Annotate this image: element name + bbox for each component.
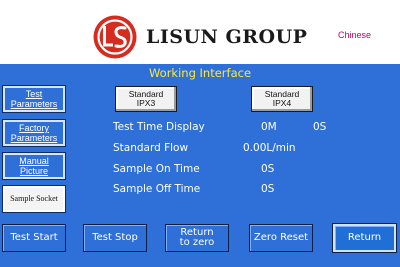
factory-parameters-button[interactable]: Factory Parameters bbox=[2, 119, 66, 147]
sample-off-time-value: 0S bbox=[261, 183, 275, 195]
standard-ipx3-label-line2: IPX3 bbox=[136, 98, 156, 108]
test-parameters-button[interactable]: Test Parameters bbox=[2, 85, 66, 113]
test-time-label: Test Time Display bbox=[113, 121, 205, 133]
sample-on-time-label: Sample On Time bbox=[113, 163, 200, 175]
test-time-seconds-value: 0S bbox=[313, 121, 327, 133]
return-to-zero-label-line2: to zero bbox=[179, 237, 215, 248]
test-time-minutes-value: 0M bbox=[261, 121, 277, 133]
test-stop-button[interactable]: Test Stop bbox=[83, 224, 147, 252]
standard-flow-label: Standard Flow bbox=[113, 142, 189, 154]
hmi-screen: LISUN GROUP Chinese Working Interface Te… bbox=[0, 0, 400, 267]
return-button[interactable]: Return bbox=[332, 223, 397, 253]
zero-reset-button[interactable]: Zero Reset bbox=[249, 224, 313, 252]
language-toggle-chinese[interactable]: Chinese bbox=[338, 30, 371, 40]
return-to-zero-button[interactable]: Return to zero bbox=[165, 224, 229, 252]
sample-socket-label: Sample Socket bbox=[10, 194, 58, 203]
sample-socket-button[interactable]: Sample Socket bbox=[2, 185, 66, 213]
factory-parameters-label-line2: Parameters bbox=[10, 133, 58, 143]
test-parameters-label-line1: Test bbox=[25, 89, 43, 99]
standard-ipx4-label-line2: IPX4 bbox=[272, 98, 292, 108]
manual-picture-label-line1: Manual bbox=[19, 156, 49, 166]
sample-off-time-label: Sample Off Time bbox=[113, 183, 201, 195]
header-bar: LISUN GROUP Chinese bbox=[0, 0, 400, 64]
standard-ipx3-button[interactable]: Standard IPX3 bbox=[115, 86, 177, 112]
test-parameters-label-line2: Parameters bbox=[10, 99, 58, 109]
page-title: Working Interface bbox=[148, 66, 252, 80]
lisun-ls-logo-icon bbox=[93, 15, 137, 59]
manual-picture-label-line2: Picture bbox=[19, 166, 48, 176]
standard-flow-value: 0.00L/min bbox=[243, 142, 296, 154]
factory-parameters-label-line1: Factory bbox=[18, 123, 49, 133]
standard-ipx4-button[interactable]: Standard IPX4 bbox=[251, 86, 313, 112]
test-start-button[interactable]: Test Start bbox=[2, 224, 66, 252]
manual-picture-button[interactable]: Manual Picture bbox=[2, 152, 66, 180]
sample-on-time-value: 0S bbox=[261, 163, 275, 175]
brand-name: LISUN GROUP bbox=[146, 26, 308, 48]
